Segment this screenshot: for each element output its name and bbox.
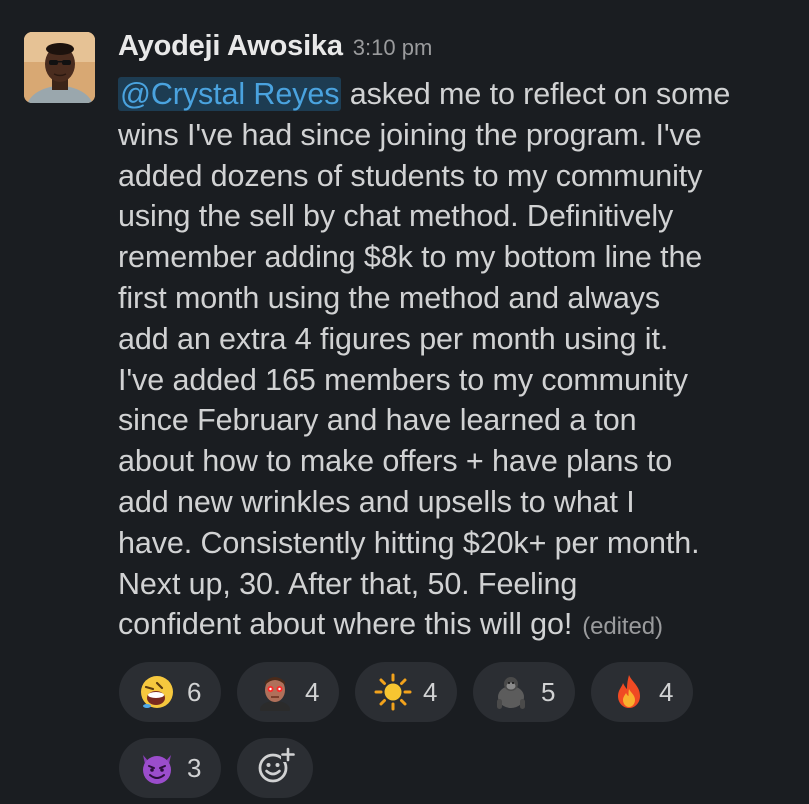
message-line: Next up, 30. After that, 50. Feeling <box>118 566 578 601</box>
message-line: about how to make offers + have plans to <box>118 444 673 479</box>
message-line: add new wrinkles and upsells to what I <box>118 484 635 519</box>
smiling-imp-icon <box>137 748 177 788</box>
author-name[interactable]: Ayodeji Awosika <box>118 30 343 63</box>
message-line: using the sell by chat method. Definitiv… <box>118 199 674 234</box>
message-line: remember adding $8k to my bottom line th… <box>118 240 703 275</box>
message-body: @Crystal Reyes asked me to reflect on so… <box>118 74 798 648</box>
edited-label: (edited) <box>582 613 663 641</box>
reaction-smiling-imp[interactable]: 3 <box>119 738 221 798</box>
message-line: added dozens of students to my community <box>118 158 703 193</box>
message-line: since February and have learned a ton <box>118 403 637 438</box>
user-mention[interactable]: @Crystal Reyes <box>118 77 342 111</box>
laser-eyes-man-icon <box>255 672 295 712</box>
reaction-gorilla[interactable]: 5 <box>473 662 575 722</box>
gorilla-icon <box>491 672 531 712</box>
avatar[interactable] <box>24 32 95 103</box>
timestamp[interactable]: 3:10 pm <box>353 35 433 61</box>
message-line: wins I've had since joining the program.… <box>118 117 702 152</box>
reaction-fire[interactable]: 4 <box>591 662 693 722</box>
add-reaction-icon <box>255 746 295 791</box>
sun-icon <box>373 672 413 712</box>
reaction-count: 3 <box>187 752 202 783</box>
message-line-text: asked me to reflect on some <box>341 77 731 111</box>
reaction-laser-eyes[interactable]: 4 <box>237 662 339 722</box>
reaction-count: 4 <box>305 676 320 707</box>
fire-icon <box>609 672 649 712</box>
reaction-sun[interactable]: 4 <box>355 662 457 722</box>
add-reaction-button[interactable] <box>237 738 313 798</box>
chat-message: Ayodeji Awosika 3:10 pm @Crystal Reyes a… <box>0 0 809 804</box>
reaction-count: 4 <box>659 676 674 707</box>
message-line: confident about where this will go! (edit… <box>118 604 798 648</box>
message-line: @Crystal Reyes asked me to reflect on so… <box>118 74 798 115</box>
message-line: add an extra 4 figures per month using i… <box>118 321 669 356</box>
message-header: Ayodeji Awosika 3:10 pm <box>118 30 432 70</box>
message-line: have. Consistently hitting $20k+ per mon… <box>118 525 700 560</box>
reaction-laughing[interactable]: 6 <box>119 662 221 722</box>
reaction-count: 4 <box>423 676 438 707</box>
message-line-text: confident about where this will go! <box>118 607 573 642</box>
avatar-photo-icon <box>24 32 95 103</box>
laughing-face-icon <box>137 672 177 712</box>
message-line: I've added 165 members to my community <box>118 362 688 397</box>
reaction-count: 6 <box>187 676 202 707</box>
reaction-count: 5 <box>541 676 556 707</box>
message-line: first month using the method and always <box>118 280 661 315</box>
